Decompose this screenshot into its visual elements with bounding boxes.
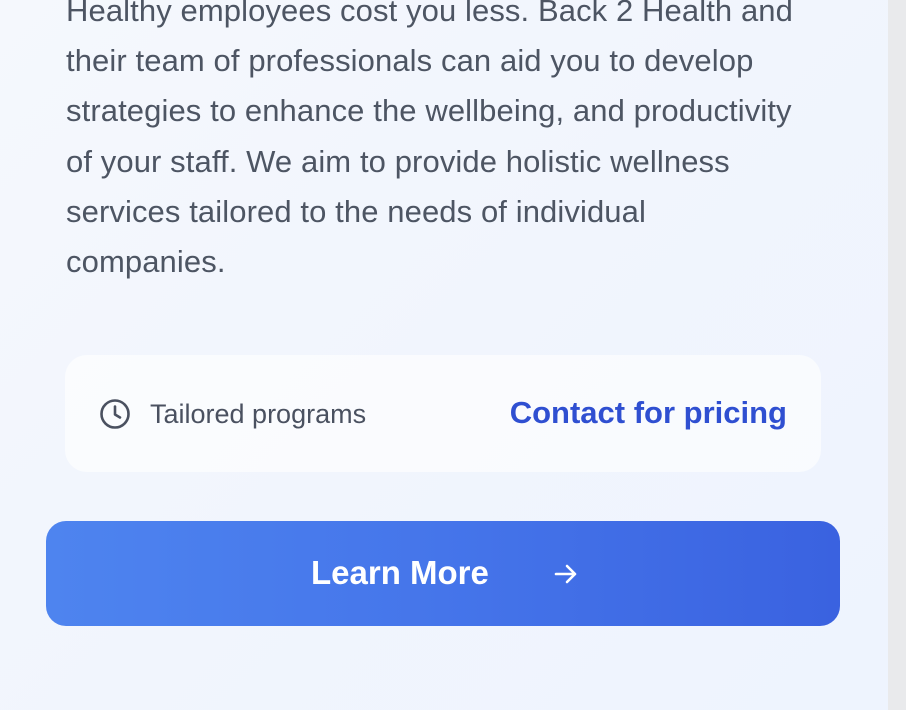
pricing-link[interactable]: Contact for pricing	[510, 393, 787, 433]
clock-icon	[100, 399, 130, 429]
program-type-label: Tailored programs	[150, 399, 367, 429]
arrow-right-icon	[554, 564, 577, 584]
service-description: Healthy employees cost you less. Back 2 …	[66, 0, 793, 280]
service-card: Healthy employees cost you less. Back 2 …	[0, 0, 888, 710]
learn-more-button[interactable]: Learn More	[46, 521, 840, 626]
learn-more-label: Learn More	[311, 554, 489, 591]
